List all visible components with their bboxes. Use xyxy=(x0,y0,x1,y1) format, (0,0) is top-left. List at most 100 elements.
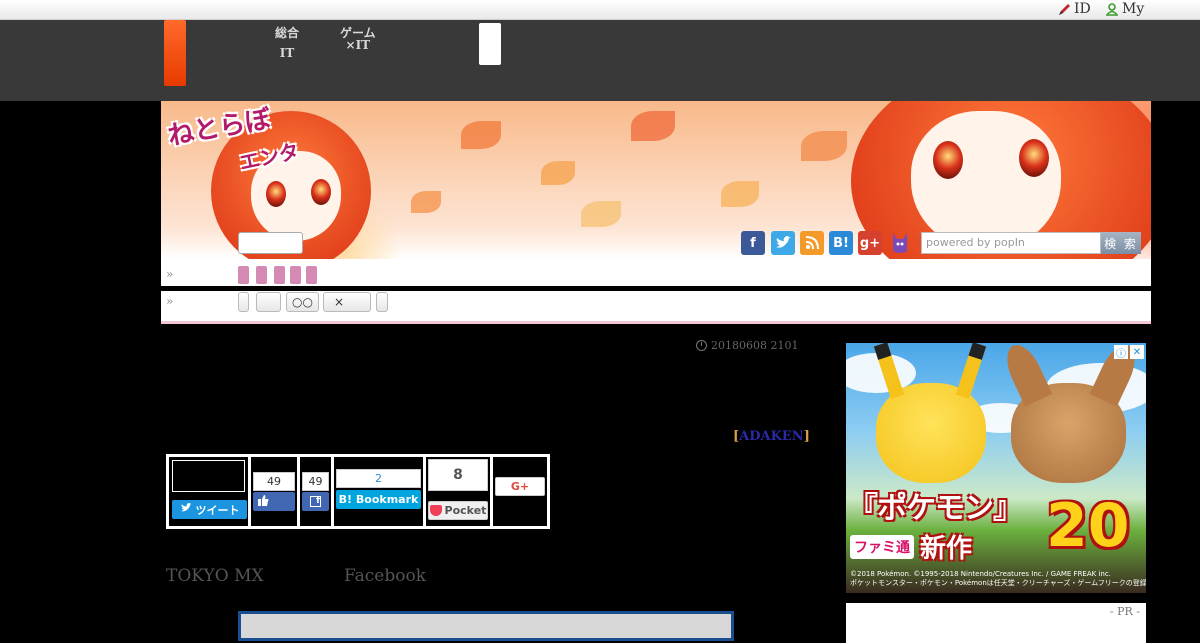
category-tab[interactable] xyxy=(306,266,317,284)
ad-copyright: ©2018 Pokémon. ©1995-2018 Nintendo/Creat… xyxy=(850,570,1146,588)
fb-share-cell: 49 f xyxy=(300,457,331,526)
nav-item-general-line1: 総合 xyxy=(275,26,300,40)
ad-controls: ⓘ ✕ xyxy=(1114,345,1144,360)
nav-white-tab[interactable] xyxy=(479,23,501,65)
nav-item-general-line2: IT xyxy=(279,46,295,60)
category-tab[interactable] xyxy=(290,266,301,284)
leaf-decoration xyxy=(411,191,441,213)
rss-icon[interactable] xyxy=(800,231,824,255)
category-tab[interactable] xyxy=(238,266,249,284)
fb-share-count: 49 xyxy=(302,472,329,491)
article-text-tokyomx: TOKYO MX xyxy=(166,566,264,586)
tag-button[interactable] xyxy=(238,292,249,312)
article-credit: [ADAKEN] xyxy=(733,429,810,444)
my-link[interactable]: My xyxy=(1105,1,1145,17)
search-placeholder: powered by popIn xyxy=(926,236,1025,249)
tweet-count-box xyxy=(172,460,245,492)
google-plus-button[interactable]: G+ xyxy=(495,477,545,496)
ad-info-icon[interactable]: ⓘ xyxy=(1114,345,1128,360)
row-marker: » xyxy=(166,294,174,308)
ad-subline: ファミ通 新作 xyxy=(850,528,972,565)
hatena-count: 2 xyxy=(336,469,421,488)
leaf-decoration xyxy=(541,161,575,185)
pocket-cell: 8 Pocket xyxy=(426,457,490,526)
right-character-eye xyxy=(1019,139,1049,177)
nav-item-game[interactable]: ゲーム ×IT xyxy=(340,27,376,51)
category-row: » xyxy=(161,259,1151,286)
hatena-bookmark-button[interactable]: B! Bookmark xyxy=(336,490,421,509)
leaf-decoration xyxy=(631,111,675,141)
cat-mascot-icon[interactable] xyxy=(888,231,912,255)
credit-link[interactable]: ADAKEN xyxy=(739,429,804,444)
like-count: 49 xyxy=(253,472,295,491)
tweet-cell: ツイート xyxy=(169,457,248,526)
twitter-icon xyxy=(180,503,192,516)
pr-label: - PR - xyxy=(1109,605,1140,618)
ad-copyright-line2: ポケットモンスター・ポケモン・Pokémonは任天堂・クリーチャーズ・ゲームフリ… xyxy=(850,579,1146,587)
tag-button[interactable] xyxy=(256,292,281,312)
user-icon xyxy=(1105,2,1119,16)
right-character-eye xyxy=(933,141,963,179)
like-button[interactable] xyxy=(253,492,295,511)
left-character-eye xyxy=(311,179,331,205)
top-bar: ID My xyxy=(0,0,1200,20)
search-button[interactable]: 検 索 xyxy=(1101,232,1141,254)
search-input[interactable]: powered by popIn xyxy=(921,232,1101,254)
google-plus-icon[interactable]: g+ xyxy=(858,231,882,255)
leaf-decoration xyxy=(461,121,501,149)
gplus-cell: G+ xyxy=(493,457,547,526)
right-character-face xyxy=(911,111,1061,251)
article-date-text: 20180608 2101 xyxy=(711,339,799,352)
twitter-icon[interactable] xyxy=(771,231,795,255)
leaf-decoration xyxy=(801,131,847,161)
tag-button[interactable] xyxy=(376,292,388,312)
pocket-count: 8 xyxy=(428,459,488,491)
category-tab[interactable] xyxy=(274,266,285,284)
pocket-button[interactable]: Pocket xyxy=(428,501,488,520)
pocket-icon xyxy=(429,505,442,516)
tag-row: » ○○ × xyxy=(161,291,1151,324)
ad-famitsu-logo: ファミ通 xyxy=(850,534,914,559)
tag-button[interactable]: × xyxy=(323,292,371,312)
pikachu-ear xyxy=(955,343,987,399)
facebook-icon: f xyxy=(310,496,321,507)
nav-item-game-line2: ×IT xyxy=(345,38,371,52)
pencil-icon xyxy=(1058,3,1070,16)
sidebar-ad[interactable]: 『ポケモン』 ファミ通 新作 20 ©2018 Pokémon. ©1995-2… xyxy=(846,343,1146,593)
leaf-decoration xyxy=(721,181,759,207)
clock-icon xyxy=(696,340,707,351)
id-link-label: ID xyxy=(1074,1,1091,17)
tweet-label: ツイート xyxy=(195,503,240,517)
id-link[interactable]: ID xyxy=(1058,1,1091,17)
article-text-facebook: Facebook xyxy=(344,566,427,586)
banner-small-input[interactable] xyxy=(238,232,303,254)
category-tab[interactable] xyxy=(256,266,267,284)
facebook-icon[interactable]: f xyxy=(741,231,765,255)
pocket-label: Pocket xyxy=(444,504,487,517)
tweet-button[interactable]: ツイート xyxy=(172,500,247,519)
nav-logo-tab[interactable] xyxy=(164,20,186,86)
article-date: 20180608 2101 xyxy=(696,339,798,352)
eevee-ear xyxy=(999,343,1053,407)
ad-close-icon[interactable]: ✕ xyxy=(1130,345,1144,359)
nav-item-general[interactable]: 総合 IT xyxy=(275,27,299,59)
my-link-label: My xyxy=(1122,1,1145,17)
leaf-decoration xyxy=(581,201,621,227)
site-banner: ねとらぼ エンタ f B! g+ powered by popIn 検 索 xyxy=(161,101,1151,259)
row-marker: » xyxy=(166,267,174,281)
hatena-bookmark-icon[interactable]: B! xyxy=(829,231,853,255)
facebook-share-button[interactable]: f xyxy=(302,492,329,511)
left-character-eye xyxy=(266,181,286,207)
credit-bracket-close: ] xyxy=(803,429,810,444)
pr-box: - PR - xyxy=(846,603,1146,643)
ad-new-label: 新作 xyxy=(920,534,973,564)
like-cell: 49 xyxy=(251,457,297,526)
ad-headline: 『ポケモン』 xyxy=(848,491,1023,526)
thumbs-up-icon xyxy=(258,494,269,509)
ad-copyright-line1: ©2018 Pokémon. ©1995-2018 Nintendo/Creat… xyxy=(850,570,1111,578)
tag-button[interactable]: ○○ xyxy=(286,292,319,312)
embedded-video-frame[interactable] xyxy=(238,611,734,641)
share-bar: ツイート 49 49 f 2 B! Bookmark 8 Pocket G+ xyxy=(166,454,550,529)
hatena-cell: 2 B! Bookmark xyxy=(334,457,423,526)
ad-big-number: 20 xyxy=(1046,491,1130,561)
